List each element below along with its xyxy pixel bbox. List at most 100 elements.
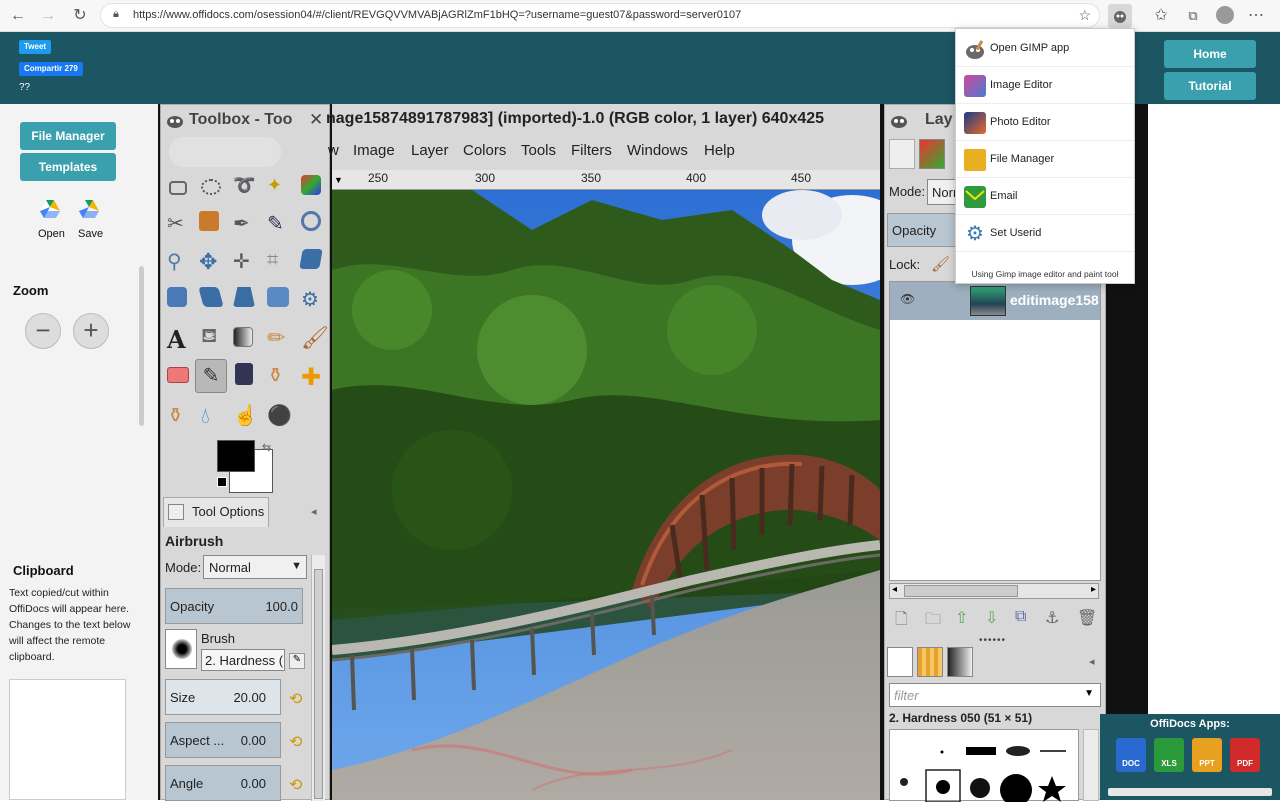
tutorial-button[interactable]: Tutorial (1164, 72, 1256, 100)
cage-transform-icon[interactable]: ⚙ (301, 287, 327, 313)
perspective-icon[interactable] (233, 287, 255, 307)
rotate-icon[interactable] (299, 249, 323, 269)
fuzzy-select-icon[interactable]: ✦ (267, 175, 293, 201)
tab-patterns-icon[interactable] (917, 647, 943, 677)
new-group-icon[interactable]: 🗀︎ (925, 608, 941, 635)
new-layer-icon[interactable]: 🗋︎ (895, 608, 908, 635)
zoom-tool-icon[interactable] (301, 211, 321, 231)
raise-layer-icon[interactable]: ⇧ (955, 608, 968, 628)
menu-colors[interactable]: Colors (463, 142, 506, 159)
apps-scrollbar[interactable] (1108, 788, 1272, 796)
tool-options-tab[interactable]: Tool Options (163, 497, 269, 527)
menu-windows[interactable]: Windows (627, 142, 688, 159)
zoom-in-button[interactable]: + (73, 313, 109, 349)
menu-view[interactable]: w (328, 142, 339, 159)
shear-icon[interactable] (198, 287, 224, 307)
heal-icon[interactable]: ✚ (301, 363, 327, 391)
scale-icon[interactable] (167, 287, 187, 307)
ellipse-select-icon[interactable] (201, 179, 221, 195)
rect-select-icon[interactable] (169, 181, 187, 195)
menu-item-open-gimp[interactable]: Open GIMP app (956, 31, 1134, 67)
scroll-left-icon[interactable]: ◂ (892, 584, 897, 595)
swap-colors-icon[interactable]: ⇆ (262, 441, 271, 454)
layers-hscrollbar[interactable]: ◂ ▸ (889, 583, 1099, 599)
opacity-slider[interactable]: Opacity 100.0 (165, 588, 303, 624)
menu-item-image-editor[interactable]: Image Editor (956, 68, 1134, 104)
favorites-icon[interactable]: ✩ (1151, 6, 1171, 26)
ink-icon[interactable] (235, 363, 253, 385)
doc-app-icon[interactable]: DOC (1116, 738, 1146, 772)
pdf-app-icon[interactable]: PDF (1230, 738, 1260, 772)
lower-layer-icon[interactable]: ⇩ (985, 608, 998, 628)
align-icon[interactable]: ✛ (233, 249, 259, 275)
profile-avatar[interactable] (1216, 6, 1234, 24)
sidebar-scrollbar[interactable] (139, 266, 144, 426)
lock-pixels-icon[interactable]: 🖌︎ (931, 255, 950, 273)
menu-help[interactable]: Help (704, 142, 735, 159)
forward-icon[interactable]: → (38, 6, 58, 26)
delete-layer-icon[interactable]: 🗑︎ (1077, 608, 1097, 628)
perspective-clone-icon[interactable]: ⚱ (167, 403, 193, 429)
reset-size-icon[interactable]: ⟲ (289, 689, 302, 709)
templates-button[interactable]: Templates (20, 153, 116, 181)
dock-menu-icon[interactable]: ◂ (1089, 655, 1095, 668)
tab-gradients-icon[interactable] (947, 647, 973, 677)
google-drive-save-icon[interactable] (78, 198, 100, 220)
horizontal-ruler[interactable]: ▼ 250 300 350 400 450 (332, 170, 880, 190)
default-colors-icon[interactable] (217, 477, 227, 487)
measure-icon[interactable]: ⚲ (167, 249, 193, 275)
zoom-out-button[interactable]: − (25, 313, 61, 349)
move-icon[interactable]: ✥ (199, 249, 225, 275)
tool-options-scrollbar[interactable] (311, 555, 325, 801)
airbrush-icon[interactable]: ✎ (195, 359, 227, 393)
aspect-slider[interactable]: Aspect ... 0.00 (165, 722, 281, 758)
file-manager-button[interactable]: File Manager (20, 122, 116, 150)
xls-app-icon[interactable]: XLS (1154, 738, 1184, 772)
google-drive-open-icon[interactable] (39, 198, 61, 220)
visibility-eye-icon[interactable]: 👁︎ (900, 292, 915, 306)
tab-layers-icon[interactable] (889, 139, 915, 169)
paintbrush-icon[interactable]: 🖌︎ (301, 325, 329, 351)
reload-icon[interactable]: ↻ (70, 6, 90, 26)
mode-select[interactable]: Normal ▼ (203, 555, 307, 579)
tab-channels-icon[interactable] (919, 139, 945, 169)
tab-brushes-icon[interactable] (887, 647, 913, 677)
bucket-fill-icon[interactable]: ⛾ (201, 325, 227, 351)
select-by-color-icon[interactable] (301, 175, 321, 195)
menu-layer[interactable]: Layer (411, 142, 449, 159)
ppt-app-icon[interactable]: PPT (1192, 738, 1222, 772)
menu-tools[interactable]: Tools (521, 142, 556, 159)
more-menu-icon[interactable]: ⋯ (1246, 6, 1266, 26)
toolbox-close-icon[interactable]: ✕ (309, 110, 323, 130)
angle-slider[interactable]: Angle 0.00 (165, 765, 281, 801)
layers-list[interactable]: 👁︎ editimage158 (889, 281, 1101, 581)
home-button[interactable]: Home (1164, 40, 1256, 68)
clipboard-textarea[interactable] (9, 679, 126, 800)
layer-row[interactable]: 👁︎ editimage158 (890, 282, 1100, 320)
bookmark-star-icon[interactable]: ☆ (1078, 7, 1091, 24)
dodge-burn-icon[interactable]: ⚫ (267, 403, 293, 429)
collections-icon[interactable]: ⧉ (1183, 6, 1203, 26)
flip-icon[interactable] (267, 287, 289, 307)
color-picker-icon[interactable]: ✎ (267, 211, 293, 237)
menu-item-email[interactable]: Email (956, 179, 1134, 215)
size-slider[interactable]: Size 20.00 (165, 679, 281, 715)
menu-item-photo-editor[interactable]: Photo Editor (956, 105, 1134, 141)
menu-image[interactable]: Image (353, 142, 395, 159)
pane-grip[interactable]: •••••• (979, 635, 1006, 646)
anchor-layer-icon[interactable]: ⚓︎ (1045, 608, 1059, 628)
duplicate-layer-icon[interactable]: ⧉ (1015, 608, 1026, 626)
reset-angle-icon[interactable]: ⟲ (289, 775, 302, 795)
extension-gimp-icon[interactable] (1108, 4, 1132, 28)
crop-icon[interactable]: ⌗ (267, 249, 293, 275)
reset-aspect-icon[interactable]: ⟲ (289, 732, 302, 752)
brush-preview[interactable] (165, 629, 197, 669)
tweet-button[interactable]: Tweet (19, 40, 52, 54)
text-tool-icon[interactable]: A (167, 325, 193, 354)
smudge-icon[interactable]: ☝ (233, 403, 259, 429)
menu-filters[interactable]: Filters (571, 142, 612, 159)
tab-menu-icon[interactable]: ◂ (311, 505, 317, 518)
back-icon[interactable]: ← (8, 6, 28, 26)
brush-grid[interactable] (889, 729, 1079, 806)
brush-field[interactable]: 2. Hardness ( (201, 649, 285, 671)
